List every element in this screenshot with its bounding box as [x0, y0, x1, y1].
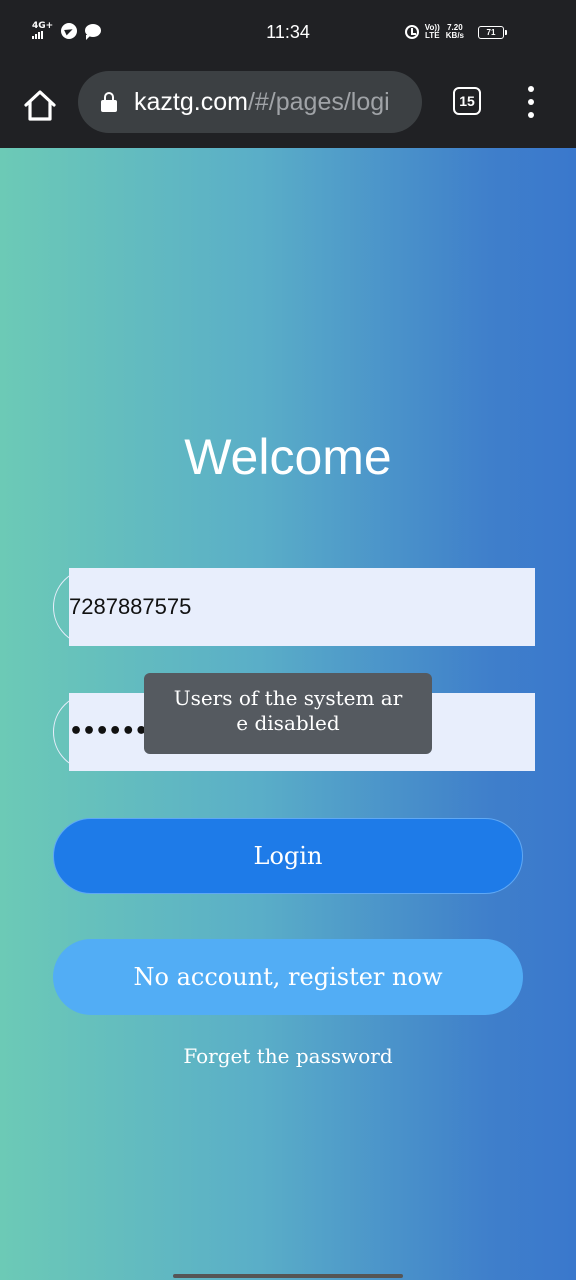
network-speed: 7.20 KB/s	[445, 23, 464, 40]
status-bar: 4G+ 11:34 Vo)) LTE 7.20 KB/s 71	[0, 0, 576, 66]
toast-line-2: e disabled	[236, 711, 340, 735]
forgot-password-link[interactable]: Forget the password	[0, 1044, 576, 1068]
register-button[interactable]: No account, register now	[53, 939, 523, 1015]
home-icon[interactable]	[20, 86, 60, 126]
toast-line-1: Users of the system ar	[173, 686, 403, 710]
url-host: kaztg.com	[134, 87, 248, 116]
battery-icon: 71	[478, 26, 507, 39]
url-text[interactable]: kaztg.com/#/pages/logi	[134, 88, 390, 117]
lock-icon	[100, 92, 118, 112]
browser-toolbar: kaztg.com/#/pages/logi 15	[0, 66, 576, 150]
alarm-icon	[404, 25, 419, 39]
register-label: No account, register now	[133, 963, 443, 991]
login-button[interactable]: Login	[53, 818, 523, 894]
phone-input[interactable]	[69, 568, 509, 646]
volte-icon: Vo)) LTE	[424, 23, 440, 40]
tab-switcher-button[interactable]: 15	[453, 87, 481, 115]
error-toast: Users of the system ar e disabled	[144, 673, 432, 754]
page-title: Welcome	[184, 429, 392, 485]
tab-count: 15	[459, 93, 475, 109]
more-menu-icon[interactable]	[524, 86, 538, 118]
forgot-password-label: Forget the password	[183, 1044, 393, 1068]
status-right-icons: Vo)) LTE 7.20 KB/s	[404, 23, 464, 40]
gesture-bar	[173, 1274, 403, 1278]
battery-level: 71	[486, 28, 496, 37]
login-label: Login	[253, 842, 323, 870]
login-page: Welcome ••••••••••• Users of the system …	[0, 148, 576, 1280]
address-bar[interactable]: kaztg.com/#/pages/logi	[78, 71, 422, 133]
phone-field[interactable]	[53, 568, 535, 646]
url-path: /#/pages/logi	[247, 87, 390, 116]
